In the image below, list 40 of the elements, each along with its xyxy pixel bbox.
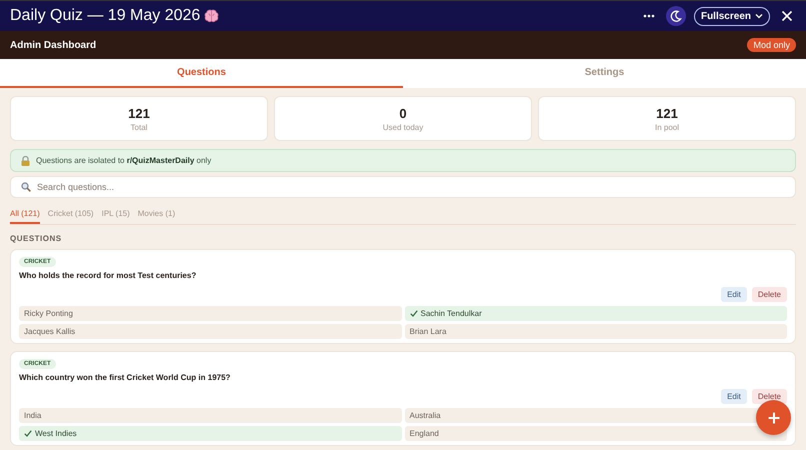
check-icon xyxy=(24,430,32,437)
mod-badge: Mod only xyxy=(747,38,796,52)
question-text: Who holds the record for most Test centuries? xyxy=(19,271,198,280)
question-text: Which country won the first Cricket World Cup in 1975? xyxy=(19,373,232,382)
edit-button[interactable]: Edit xyxy=(721,287,747,302)
answer-option: Brian Lara xyxy=(404,324,787,339)
search-field[interactable]: Search questions... xyxy=(10,176,796,198)
brain-icon xyxy=(204,9,220,23)
moon-icon xyxy=(670,10,682,22)
theme-button[interactable] xyxy=(666,6,686,26)
filter-tab[interactable]: Cricket (105) xyxy=(48,209,94,224)
section-title: QUESTIONS xyxy=(10,234,63,243)
answer-option: India xyxy=(19,408,402,423)
admin-title: Admin Dashboard xyxy=(10,40,96,50)
delete-button[interactable]: Delete xyxy=(752,287,787,302)
stat-label: Used today xyxy=(382,122,424,132)
edit-button[interactable]: Edit xyxy=(721,389,747,404)
caret-icon xyxy=(755,13,763,19)
answer-option: Sachin Tendulkar xyxy=(404,306,787,321)
plus-icon xyxy=(768,412,780,424)
stat-value: 121 xyxy=(656,106,678,120)
stat-label: Total xyxy=(130,122,148,132)
lock-icon xyxy=(21,156,30,166)
more-icon xyxy=(642,14,655,18)
filter-tab[interactable]: All (121) xyxy=(10,209,40,224)
answer-option: Ricky Ponting xyxy=(19,306,402,321)
close-icon xyxy=(781,10,793,22)
check-icon xyxy=(410,310,418,317)
stat-value: 121 xyxy=(128,106,150,120)
stat-value: 0 xyxy=(399,106,407,120)
fullscreen-dropdown[interactable]: Fullscreen xyxy=(694,6,770,26)
answer-option: West Indies xyxy=(19,426,402,441)
filter-tab[interactable]: Movies (1) xyxy=(138,209,176,224)
stat-label: In pool xyxy=(654,122,680,132)
answer-option: Jacques Kallis xyxy=(19,324,402,339)
answer-option: England xyxy=(404,426,787,441)
delete-button[interactable]: Delete xyxy=(752,389,787,404)
notice-text: Questions are isolated to r/QuizMasterDaily only xyxy=(36,156,212,165)
filter-tab[interactable]: IPL (15) xyxy=(102,209,130,224)
window-title: Daily Quiz — 19 May 2026 xyxy=(10,7,200,25)
